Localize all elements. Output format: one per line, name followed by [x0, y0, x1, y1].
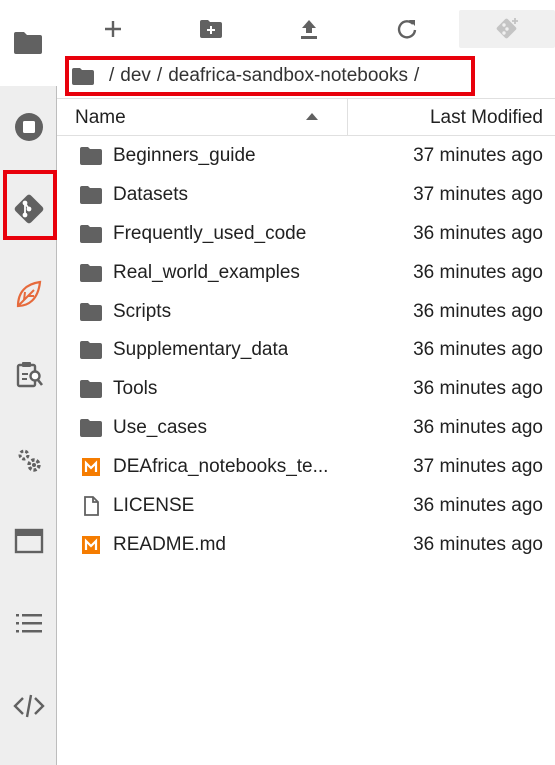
new-folder-icon	[200, 20, 222, 38]
breadcrumb-separator: /	[109, 65, 115, 86]
upload-icon	[301, 20, 317, 39]
file-list-item[interactable]: Beginners_guide 37 minutes ago	[57, 137, 555, 176]
folder-icon	[80, 380, 102, 399]
file-modified-time: 37 minutes ago	[413, 145, 543, 166]
sort-ascending-icon[interactable]	[305, 111, 319, 121]
file-name: Real_world_examples	[113, 261, 300, 283]
file-modified-time: 36 minutes ago	[413, 495, 543, 517]
sidebar-tab-code[interactable]	[6, 683, 52, 729]
breadcrumb: / dev / deafrica-sandbox-notebooks /	[71, 58, 425, 94]
new-launcher-button[interactable]	[73, 10, 153, 48]
upload-button[interactable]	[269, 10, 349, 48]
file-modified-time: 36 minutes ago	[413, 339, 543, 361]
refresh-icon	[397, 20, 417, 39]
folder-icon	[80, 263, 102, 282]
column-header-name[interactable]: Name	[75, 107, 126, 129]
column-divider[interactable]	[347, 99, 348, 136]
file-list-item[interactable]: Frequently_used_code 36 minutes ago	[57, 215, 555, 254]
file-name: Supplementary_data	[113, 339, 289, 361]
file-list-header: Name Last Modified	[57, 98, 555, 136]
folder-icon[interactable]	[71, 67, 95, 86]
file-modified-time: 36 minutes ago	[413, 533, 543, 555]
folder-icon	[80, 341, 102, 360]
file-list-item[interactable]: Use_cases 36 minutes ago	[57, 409, 555, 448]
file-browser-toolbar	[57, 0, 555, 58]
sidebar-tab-settings[interactable]	[6, 437, 52, 483]
file-modified-time: 36 minutes ago	[413, 378, 543, 400]
file-list-item[interactable]: Supplementary_data 36 minutes ago	[57, 331, 555, 370]
breadcrumb-current[interactable]: deafrica-sandbox-notebooks	[168, 65, 408, 87]
gears-icon	[18, 449, 41, 472]
sidebar-tab-table-of-contents[interactable]	[6, 600, 52, 646]
file-list-item[interactable]: Real_world_examples 36 minutes ago	[57, 254, 555, 293]
markdown-icon	[82, 535, 100, 554]
file-modified-time: 36 minutes ago	[413, 222, 543, 244]
folder-icon	[80, 419, 102, 438]
breadcrumb-separator: /	[413, 65, 420, 86]
file-modified-time: 37 minutes ago	[413, 183, 543, 205]
file-modified-time: 37 minutes ago	[413, 456, 543, 478]
leaf-icon	[16, 280, 42, 308]
left-sidebar	[0, 0, 57, 765]
refresh-button[interactable]	[367, 10, 447, 48]
file-name: Beginners_guide	[113, 145, 256, 166]
file-list-item[interactable]: DEAfrica_notebooks_te... 37 minutes ago	[57, 448, 555, 487]
new-folder-button[interactable]	[171, 10, 251, 48]
sidebar-tab-extension[interactable]	[6, 272, 52, 318]
file-name: Tools	[113, 378, 158, 400]
file-name: Datasets	[113, 183, 188, 205]
file-icon	[84, 496, 99, 516]
column-header-last-modified[interactable]: Last Modified	[430, 107, 543, 129]
file-modified-time: 36 minutes ago	[413, 417, 543, 439]
list-icon	[16, 614, 42, 633]
code-icon	[13, 694, 45, 718]
clipboard-search-icon	[16, 362, 44, 388]
folder-icon	[14, 32, 42, 54]
sidebar-tab-file-browser[interactable]	[0, 0, 57, 86]
file-list-item[interactable]: Datasets 37 minutes ago	[57, 176, 555, 215]
folder-icon	[80, 224, 102, 243]
file-modified-time: 36 minutes ago	[413, 300, 543, 322]
markdown-icon	[82, 458, 100, 477]
sidebar-tab-property-inspector[interactable]	[6, 352, 52, 398]
jupyterlab-window: / dev / deafrica-sandbox-notebooks / Nam…	[0, 0, 555, 765]
file-browser-panel: / dev / deafrica-sandbox-notebooks / Nam…	[57, 0, 555, 765]
breadcrumb-separator: /	[156, 65, 163, 86]
file-list-item[interactable]: README.md 36 minutes ago	[57, 526, 555, 565]
folder-icon	[80, 147, 102, 165]
file-name: Use_cases	[113, 417, 207, 439]
file-list-item[interactable]: LICENSE 36 minutes ago	[57, 487, 555, 526]
file-name: Scripts	[113, 300, 172, 322]
git-clone-icon	[496, 18, 518, 39]
folder-icon	[80, 185, 102, 204]
window-icon	[14, 528, 44, 554]
sidebar-tab-git[interactable]	[6, 186, 52, 232]
plus-icon	[105, 21, 121, 37]
file-name: README.md	[113, 533, 226, 555]
file-list-item[interactable]: Scripts 36 minutes ago	[57, 293, 555, 332]
file-list-item[interactable]: Tools 36 minutes ago	[57, 370, 555, 409]
file-name: DEAfrica_notebooks_te...	[113, 456, 329, 478]
sidebar-tab-running[interactable]	[6, 104, 52, 150]
file-modified-time: 36 minutes ago	[413, 261, 543, 283]
stop-circle-icon	[15, 113, 43, 141]
file-name: Frequently_used_code	[113, 222, 307, 244]
git-icon	[14, 194, 44, 224]
file-name: LICENSE	[113, 495, 195, 517]
file-list: Beginners_guide 37 minutes ago Datasets 37 …	[57, 137, 555, 565]
breadcrumb-dev[interactable]: dev	[120, 65, 151, 87]
git-clone-button[interactable]	[459, 10, 555, 48]
folder-icon	[80, 302, 102, 321]
sidebar-tab-tabs[interactable]	[6, 518, 52, 564]
